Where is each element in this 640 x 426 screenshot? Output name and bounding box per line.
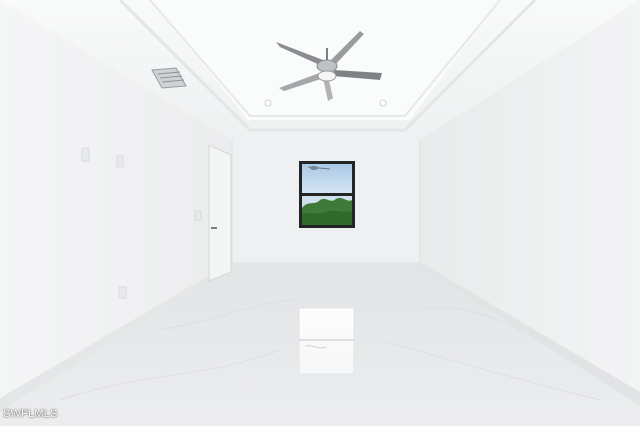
watermark: SWFLMLS xyxy=(3,408,58,420)
light-switch xyxy=(81,147,90,162)
thermostat xyxy=(194,210,202,221)
recessed-light xyxy=(379,99,387,107)
recessed-light xyxy=(264,99,272,107)
room-photo: SWFLMLS xyxy=(0,0,640,426)
light-switch-2 xyxy=(116,155,124,168)
wall-outlet xyxy=(118,286,127,299)
back-baseboard xyxy=(232,262,420,266)
window xyxy=(299,161,355,228)
room-scene xyxy=(0,0,640,426)
door xyxy=(208,144,232,282)
door-handle xyxy=(211,227,217,229)
floor-reflection xyxy=(298,307,355,375)
